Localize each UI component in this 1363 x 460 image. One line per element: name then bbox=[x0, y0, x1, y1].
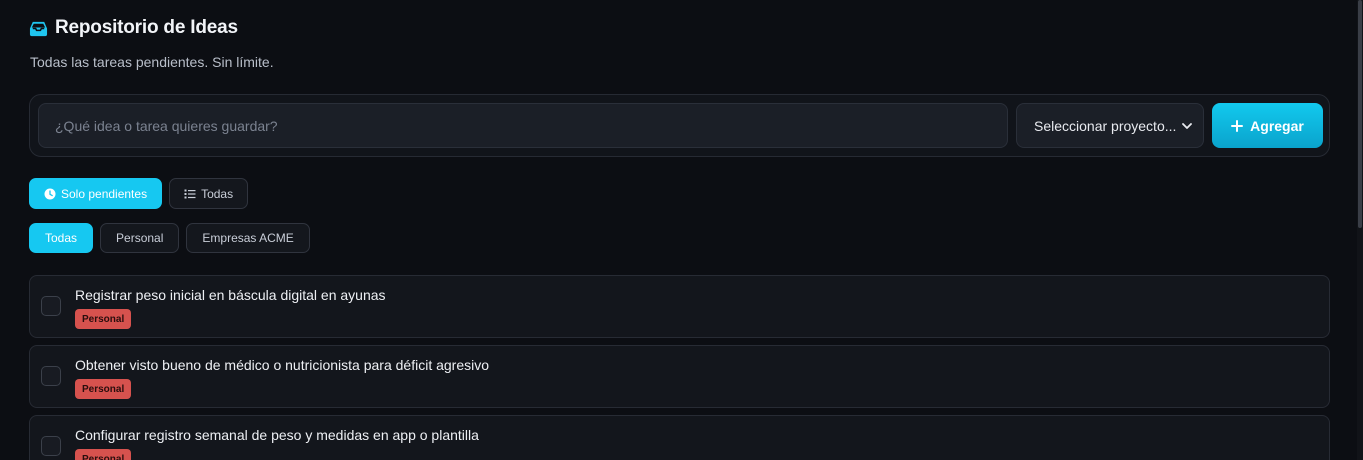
task-tag: Personal bbox=[75, 449, 132, 460]
task-checkbox[interactable] bbox=[41, 296, 61, 316]
chevron-down-icon bbox=[1181, 120, 1193, 132]
task-item: Obtener visto bueno de médico o nutricio… bbox=[29, 345, 1330, 408]
filter-all[interactable]: Todas bbox=[169, 178, 249, 209]
project-chip-personal[interactable]: Personal bbox=[100, 223, 180, 253]
page-subtitle: Todas las tareas pendientes. Sin límite. bbox=[30, 54, 274, 70]
filter-pending-label: Solo pendientes bbox=[61, 186, 148, 201]
project-select[interactable]: Seleccionar proyecto... bbox=[1016, 103, 1204, 148]
status-filter-group: Solo pendientes Todas bbox=[29, 178, 249, 209]
page-title: Repositorio de Ideas bbox=[55, 17, 238, 38]
scrollbar-thumb[interactable] bbox=[1358, 0, 1362, 228]
task-item: Registrar peso inicial en báscula digita… bbox=[29, 275, 1330, 338]
task-text: Obtener visto bueno de médico o nutricio… bbox=[75, 357, 490, 373]
project-chip-todas[interactable]: Todas bbox=[29, 223, 94, 253]
scrollbar-track[interactable] bbox=[1357, 0, 1363, 460]
idea-composer: Seleccionar proyecto... Agregar bbox=[29, 94, 1330, 157]
idea-input[interactable] bbox=[38, 103, 1008, 148]
add-button[interactable]: Agregar bbox=[1212, 103, 1323, 148]
task-checkbox[interactable] bbox=[41, 436, 61, 456]
task-text: Configurar registro semanal de peso y me… bbox=[75, 427, 479, 443]
task-tag: Personal bbox=[75, 309, 132, 329]
task-text: Registrar peso inicial en báscula digita… bbox=[75, 287, 386, 303]
task-tag: Personal bbox=[75, 379, 132, 399]
task-item: Configurar registro semanal de peso y me… bbox=[29, 415, 1330, 460]
filter-pending[interactable]: Solo pendientes bbox=[29, 178, 163, 209]
project-chip-empresas-acme[interactable]: Empresas ACME bbox=[186, 223, 310, 253]
add-button-label: Agregar bbox=[1250, 117, 1304, 134]
inbox-icon bbox=[29, 19, 48, 38]
page-header: Repositorio de Ideas bbox=[29, 17, 238, 39]
plus-icon bbox=[1231, 119, 1244, 132]
task-checkbox[interactable] bbox=[41, 366, 61, 386]
filter-all-label: Todas bbox=[201, 186, 234, 201]
clock-icon bbox=[44, 188, 56, 200]
list-icon bbox=[184, 188, 196, 200]
app-page: Repositorio de Ideas Todas las tareas pe… bbox=[0, 0, 1363, 460]
project-select-label: Seleccionar proyecto... bbox=[1034, 117, 1177, 134]
project-filter-group: Todas Personal Empresas ACME bbox=[29, 223, 310, 253]
